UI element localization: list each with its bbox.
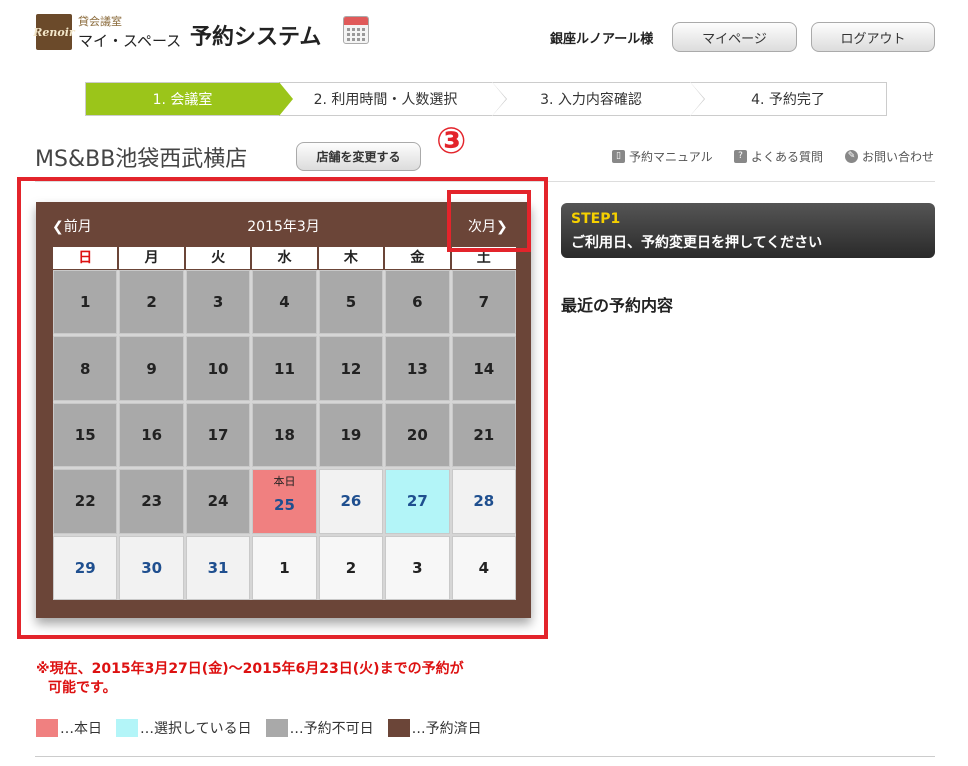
step-number: STEP1: [571, 211, 621, 227]
step-label: 2. 利用時間・人数選択: [313, 92, 458, 108]
legend-item: …選択している日: [116, 718, 252, 738]
legend-label: …選択している日: [140, 721, 252, 737]
manual-link[interactable]: ▯ 予約マニュアル: [612, 148, 713, 165]
footer-divider: [35, 756, 935, 757]
step-label: 3. 入力内容確認: [540, 92, 642, 108]
legend-item: …予約済日: [387, 718, 482, 738]
annotation-number: ③: [436, 121, 467, 162]
faq-link[interactable]: ? よくある質問: [734, 148, 823, 165]
mypage-button[interactable]: マイページ: [672, 22, 797, 52]
question-icon: ?: [734, 150, 747, 163]
manual-link-label: 予約マニュアル: [629, 150, 713, 164]
step-3: 3. 入力内容確認: [492, 82, 705, 116]
legend: …本日 …選択している日 …予約不可日 …予約済日: [36, 718, 496, 738]
pencil-icon: ✎: [845, 150, 858, 163]
progress-steps: 1. 会議室 2. 利用時間・人数選択 3. 入力内容確認 4. 予約完了: [85, 82, 887, 116]
legend-item: …予約不可日: [265, 718, 374, 738]
step-label: 1. 会議室: [152, 92, 213, 108]
legend-swatch: [265, 719, 288, 737]
store-name: MS&BB池袋西武横店: [35, 147, 248, 172]
brand-name: マイ・スペース: [78, 32, 182, 50]
step-arrow: [279, 82, 293, 116]
brand-subtitle: 貸会議室: [78, 15, 122, 28]
logout-button[interactable]: ログアウト: [811, 22, 935, 52]
faq-link-label: よくある質問: [751, 150, 824, 164]
step-instruction: ご利用日、予約変更日を押してください: [571, 235, 823, 251]
app-title: 予約システム: [190, 25, 322, 50]
note-line-2: 可能です。: [48, 680, 117, 696]
legend-label: …予約不可日: [289, 721, 374, 737]
contact-link[interactable]: ✎ お問い合わせ: [845, 148, 934, 165]
calendar-icon: [343, 16, 369, 44]
phone-icon: ▯: [612, 150, 625, 163]
legend-label: …本日: [60, 721, 102, 737]
legend-swatch: [387, 719, 410, 737]
brand-logo[interactable]: Renoir: [33, 14, 75, 50]
step-4: 4. 予約完了: [690, 83, 886, 115]
contact-link-label: お問い合わせ: [862, 150, 935, 164]
step-1: 1. 会議室: [86, 82, 293, 116]
logo-text: Renoir: [33, 25, 75, 39]
legend-swatch: [116, 719, 138, 737]
legend-swatch: [36, 719, 58, 737]
note-line-1: ※現在、2015年3月27日(金)～2015年6月23日(火)までの予約が: [36, 661, 464, 677]
change-store-button[interactable]: 店舗を変更する: [296, 142, 421, 171]
legend-item: …本日: [36, 718, 102, 738]
recent-reservations-title: 最近の予約内容: [561, 296, 674, 315]
next-month-highlight: [447, 190, 531, 252]
step-label: 4. 予約完了: [751, 92, 825, 108]
step-panel: STEP1 ご利用日、予約変更日を押してください: [561, 203, 935, 258]
user-name: 銀座ルノアール様: [550, 32, 654, 47]
step-2: 2. 利用時間・人数選択: [279, 82, 507, 116]
legend-label: …予約済日: [411, 721, 482, 737]
availability-note: ※現在、2015年3月27日(金)～2015年6月23日(火)までの予約が 可能…: [36, 660, 556, 698]
